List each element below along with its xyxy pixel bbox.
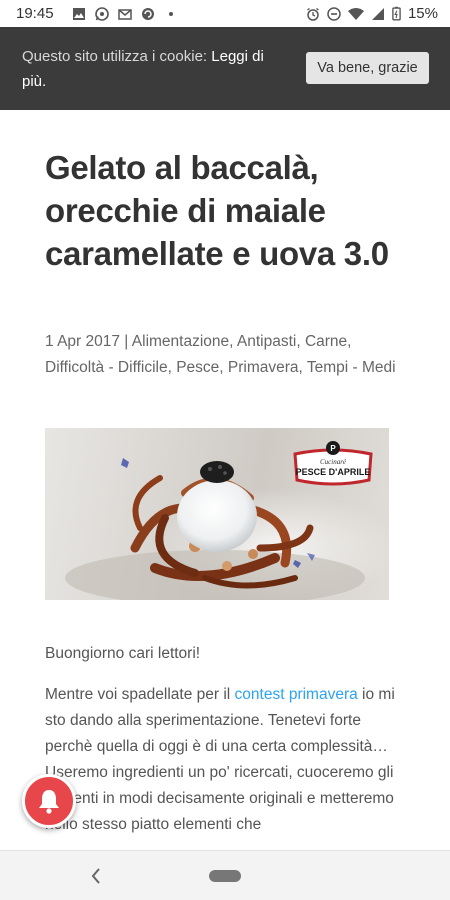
cookie-banner: Questo sito utilizza i cookie: Leggi di …	[0, 27, 450, 110]
wifi-icon	[347, 7, 364, 20]
image-icon	[72, 7, 85, 20]
article-hero-image[interactable]: P Cucinaré PESCE D'APRILE	[45, 428, 389, 600]
logo-top-text: Cucinaré	[320, 458, 347, 466]
article-date: 1 Apr 2017	[45, 333, 120, 350]
meta-separator: |	[119, 333, 132, 350]
status-time: 19:45	[16, 5, 54, 22]
battery-icon	[392, 6, 401, 21]
article-meta: 1 Apr 2017 | Alimentazione, Antipasti, C…	[45, 329, 405, 381]
notification-bell-button[interactable]	[22, 774, 76, 828]
battery-percentage: 15%	[407, 5, 438, 22]
bottom-fade	[0, 830, 450, 850]
article-title: Gelato al baccalà, orecchie di maiale ca…	[45, 149, 389, 272]
article-greeting: Buongiorno cari lettori!	[45, 645, 201, 662]
chevron-left-icon[interactable]	[88, 866, 104, 886]
gmail-icon	[117, 8, 132, 20]
logo-letter: P	[330, 444, 336, 453]
contest-primavera-link[interactable]: contest primavera	[235, 686, 358, 703]
dot-icon	[168, 11, 173, 16]
status-left-icons	[72, 6, 178, 21]
signal-icon	[371, 7, 384, 20]
paragraph-start: Mentre voi spadellate per il	[45, 686, 235, 703]
logo-main-text: PESCE D'APRILE	[296, 467, 371, 477]
cookie-message: Questo sito utilizza i cookie: Leggi di …	[22, 44, 292, 94]
cookie-text: Questo sito utilizza i cookie:	[22, 48, 212, 65]
home-pill-icon[interactable]	[209, 870, 241, 882]
bell-icon	[39, 790, 59, 814]
dnd-icon	[327, 6, 341, 21]
refresh-icon	[141, 7, 154, 20]
cookie-accept-button[interactable]: Va bene, grazie	[306, 52, 429, 84]
pesce-daprile-logo: P Cucinaré PESCE D'APRILE	[293, 441, 373, 486]
system-nav-bar	[0, 850, 450, 900]
alarm-icon	[307, 7, 319, 21]
article-paragraph: Mentre voi spadellate per il contest pri…	[45, 682, 395, 838]
paragraph-rest: io mi sto dando alla sperimentazione. Te…	[45, 686, 395, 833]
status-bar: 19:45 15%	[0, 0, 450, 27]
whatsapp-icon	[94, 6, 109, 21]
status-right-icons: 15%	[306, 5, 438, 22]
